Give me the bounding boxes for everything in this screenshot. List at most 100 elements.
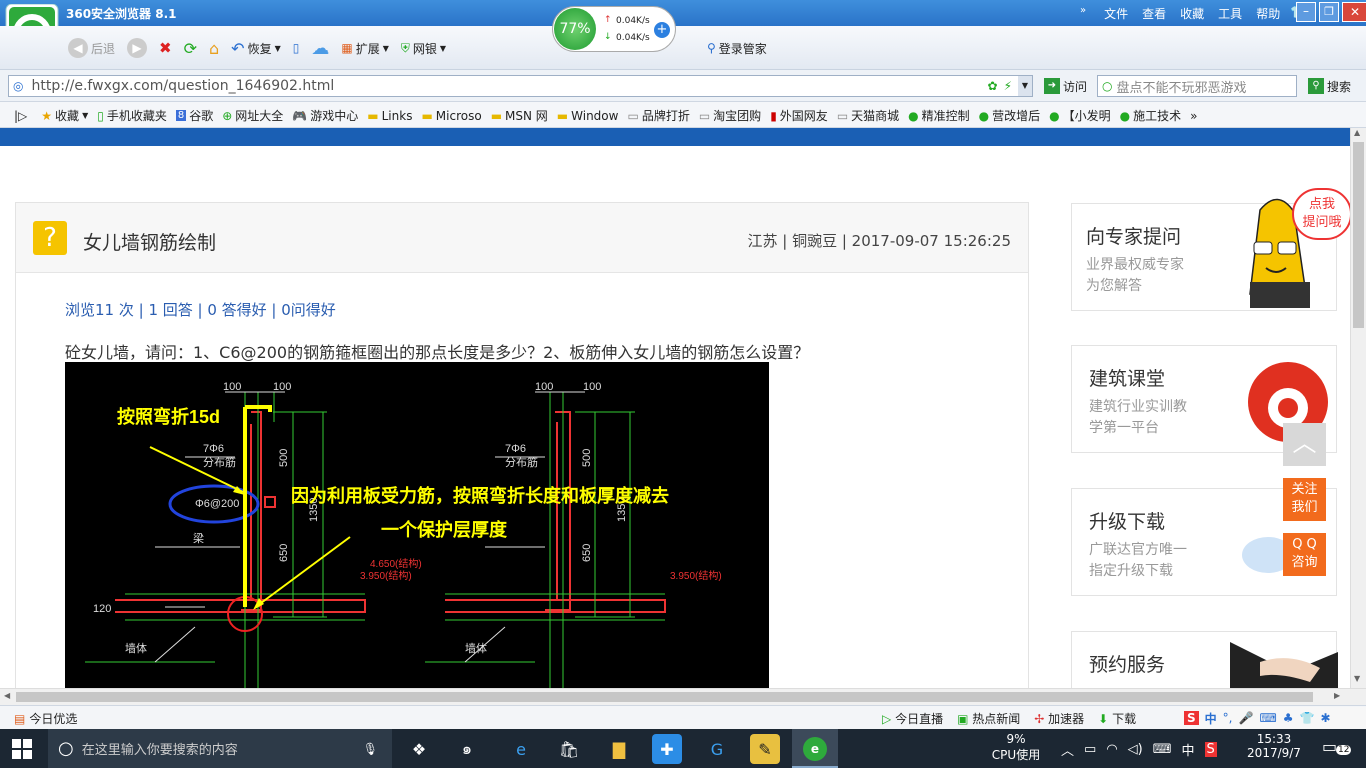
stop-button[interactable]: ✖ bbox=[155, 36, 176, 60]
sogou-tray-icon[interactable]: S bbox=[1204, 742, 1217, 757]
ask-expert-card[interactable]: 向专家提问 业界最权威专家 为您解答 点我 提问哦 bbox=[1071, 188, 1350, 311]
ime-indicator[interactable]: 中 bbox=[1182, 740, 1195, 759]
picks-icon: ▤ bbox=[14, 711, 26, 726]
close-button[interactable]: ✕ bbox=[1342, 2, 1366, 22]
home-button[interactable]: ⌂ bbox=[205, 36, 223, 60]
taskbar-search[interactable]: ○ 在这里输入你要搜索的内容 🎙 bbox=[48, 729, 392, 768]
fav-item[interactable]: 🎮 游戏中心 bbox=[292, 107, 358, 124]
qq-consult-button[interactable]: Q Q 咨询 bbox=[1283, 533, 1326, 576]
explorer-icon[interactable]: ▇ bbox=[604, 734, 634, 764]
action-center-icon[interactable]: ▭ 12 bbox=[1322, 737, 1352, 761]
ask-bubble[interactable]: 点我 提问哦 bbox=[1292, 188, 1350, 240]
back-to-top-button[interactable]: ︿ bbox=[1283, 423, 1326, 466]
browser-360-task[interactable]: e bbox=[792, 729, 838, 768]
fav-item[interactable]: ▭ 天猫商城 bbox=[837, 107, 899, 124]
fav-item[interactable]: ⊕ 网址大全 bbox=[222, 107, 283, 124]
cpu-meter[interactable]: 9% CPU使用 bbox=[990, 732, 1042, 763]
card-sub: 学第一平台 bbox=[1089, 420, 1159, 436]
today-picks[interactable]: ▤ 今日优选 bbox=[14, 710, 77, 727]
browser-title: 360安全浏览器 8.1 bbox=[66, 7, 177, 21]
question-title: 女儿墙钢筋绘制 bbox=[83, 232, 217, 254]
ime-toolbar[interactable]: S 中 °, 🎤 ⌨ ♣ 👕 ✱ bbox=[1180, 707, 1366, 729]
fav-item[interactable]: ● 【小发明 bbox=[1049, 107, 1111, 124]
url-text: http://e.fwxgx.com/question_1646902.html bbox=[31, 78, 335, 94]
hot-news-button[interactable]: ▣ 热点新闻 bbox=[957, 710, 1020, 727]
fav-item[interactable]: ▭ 品牌打折 bbox=[627, 107, 689, 124]
edge-icon[interactable]: e bbox=[506, 734, 536, 764]
start-button[interactable] bbox=[12, 739, 32, 759]
sidebar-toggle-icon[interactable]: |▷ bbox=[14, 109, 27, 123]
fav-item[interactable]: ▬ Microso bbox=[421, 109, 481, 123]
search-button[interactable]: ⚲ 搜索 bbox=[1304, 74, 1355, 98]
search-input[interactable]: ○ 盘点不能不玩邪恶游戏 bbox=[1097, 75, 1297, 97]
live-button[interactable]: ▷ 今日直播 bbox=[882, 710, 943, 727]
menu-file[interactable]: 文件 bbox=[1104, 5, 1128, 22]
fav-item[interactable]: ▬ Window bbox=[557, 109, 619, 123]
extend-button[interactable]: ▦ 扩展 ▼ bbox=[337, 36, 393, 60]
menu-help[interactable]: 帮助 bbox=[1256, 5, 1280, 22]
page-icon: ▭ bbox=[698, 108, 711, 123]
restore-button[interactable]: ❐ bbox=[1319, 2, 1339, 22]
fav-item[interactable]: ▮ 外国网友 bbox=[770, 107, 828, 124]
fav-item[interactable]: ▭ 淘宝团购 bbox=[699, 107, 761, 124]
refresh-button[interactable]: ⟳ bbox=[180, 36, 201, 60]
security-icon: ✿ bbox=[987, 79, 998, 93]
horizontal-scrollbar[interactable]: ◀ ▶ bbox=[0, 688, 1366, 705]
cloud-button[interactable]: ☁ bbox=[307, 36, 333, 60]
tray-expand-icon[interactable]: ︿ bbox=[1061, 740, 1074, 759]
speed-widget[interactable]: 77% ↑ 0.04K/s ↓ 0.04K/s + bbox=[552, 6, 676, 52]
vertical-scrollbar[interactable]: ▲ ▼ bbox=[1350, 128, 1366, 688]
volume-icon[interactable]: ◁) bbox=[1128, 742, 1143, 757]
wifi-icon[interactable]: ◠ bbox=[1106, 742, 1117, 757]
accelerator-button[interactable]: ✢ 加速器 bbox=[1034, 710, 1084, 727]
speedup-icon[interactable]: + bbox=[654, 22, 670, 38]
menu-tools[interactable]: 工具 bbox=[1218, 5, 1242, 22]
browser-toolbar: ◀ 后退 ▶ ✖ ⟳ ⌂ ↶ 恢复 ▼ ▯ ☁ ▦ 扩展 ▼ ⛨ 网银 ▼ ⚲ 登录管家 bbox=[0, 26, 1366, 70]
browser-swirl-icon[interactable]: ๑ bbox=[452, 734, 482, 764]
hscroll-thumb[interactable] bbox=[16, 692, 1313, 702]
phone-button[interactable]: ▯ bbox=[289, 36, 304, 60]
follow-us-button[interactable]: 关注 我们 bbox=[1283, 478, 1326, 521]
task-view-icon[interactable]: ❖ bbox=[404, 734, 434, 764]
fav-item[interactable]: ● 精准控制 bbox=[908, 107, 970, 124]
g-app-icon[interactable]: G bbox=[702, 734, 732, 764]
scroll-right-icon[interactable]: ▶ bbox=[1334, 691, 1340, 700]
store-icon[interactable]: 🛍 bbox=[554, 734, 584, 764]
scroll-thumb[interactable] bbox=[1353, 142, 1364, 328]
appointment-card[interactable]: 预约服务 bbox=[1071, 631, 1338, 688]
fav-collect[interactable]: ★ 收藏 ▼ bbox=[41, 107, 88, 124]
visit-button[interactable]: ➜ 访问 bbox=[1040, 74, 1091, 98]
clock[interactable]: 15:33 2017/9/7 bbox=[1246, 732, 1302, 760]
app-plus-icon[interactable]: ✚ bbox=[652, 734, 682, 764]
keyboard-icon: ⌨ bbox=[1259, 711, 1277, 725]
fav-item[interactable]: ▬ MSN 网 bbox=[491, 107, 548, 124]
scroll-up-icon[interactable]: ▲ bbox=[1354, 128, 1360, 137]
keyboard-icon[interactable]: ⌨ bbox=[1153, 742, 1172, 757]
scroll-left-icon[interactable]: ◀ bbox=[4, 691, 10, 700]
download-button[interactable]: ⬇ 下载 bbox=[1098, 710, 1136, 727]
fav-more-icon[interactable]: » bbox=[1190, 109, 1197, 123]
fav-item[interactable]: ● 施工技术 bbox=[1120, 107, 1182, 124]
login-manager-button[interactable]: ⚲ 登录管家 bbox=[703, 36, 771, 60]
fav-item[interactable]: ● 营改增后 bbox=[979, 107, 1041, 124]
battery-icon[interactable]: ▭ bbox=[1084, 742, 1096, 757]
minimize-button[interactable]: – bbox=[1296, 2, 1316, 22]
url-dropdown-icon[interactable]: ▼ bbox=[1018, 76, 1032, 96]
menu-view[interactable]: 查看 bbox=[1142, 5, 1166, 22]
restore-tab-button[interactable]: ↶ 恢复 ▼ bbox=[227, 36, 285, 60]
fav-item[interactable]: ▬ Links bbox=[367, 109, 412, 123]
download-arrow-icon: ⬇ bbox=[1098, 712, 1109, 726]
drawing-label: Φ6@200 bbox=[195, 498, 239, 510]
forward-button[interactable]: ▶ bbox=[123, 36, 151, 60]
punct-icon: °, bbox=[1222, 711, 1233, 725]
menu-favorites[interactable]: 收藏 bbox=[1180, 5, 1204, 22]
bank-button[interactable]: ⛨ 网银 ▼ bbox=[397, 36, 450, 60]
fav-item[interactable]: ▯ 手机收藏夹 bbox=[97, 107, 167, 124]
notes-icon[interactable]: ✎ bbox=[750, 734, 780, 764]
url-field[interactable]: ◎ http://e.fwxgx.com/question_1646902.ht… bbox=[8, 75, 1033, 97]
dim-label: 500 bbox=[581, 449, 593, 467]
back-button[interactable]: ◀ 后退 bbox=[64, 36, 119, 60]
scroll-down-icon[interactable]: ▼ bbox=[1354, 674, 1360, 683]
browser-status-bar: ▤ 今日优选 ▷ 今日直播 ▣ 热点新闻 ✢ 加速器 ⬇ 下载 S 中 °, 🎤 … bbox=[0, 705, 1366, 729]
fav-item[interactable]: 8 谷歌 bbox=[175, 107, 213, 124]
